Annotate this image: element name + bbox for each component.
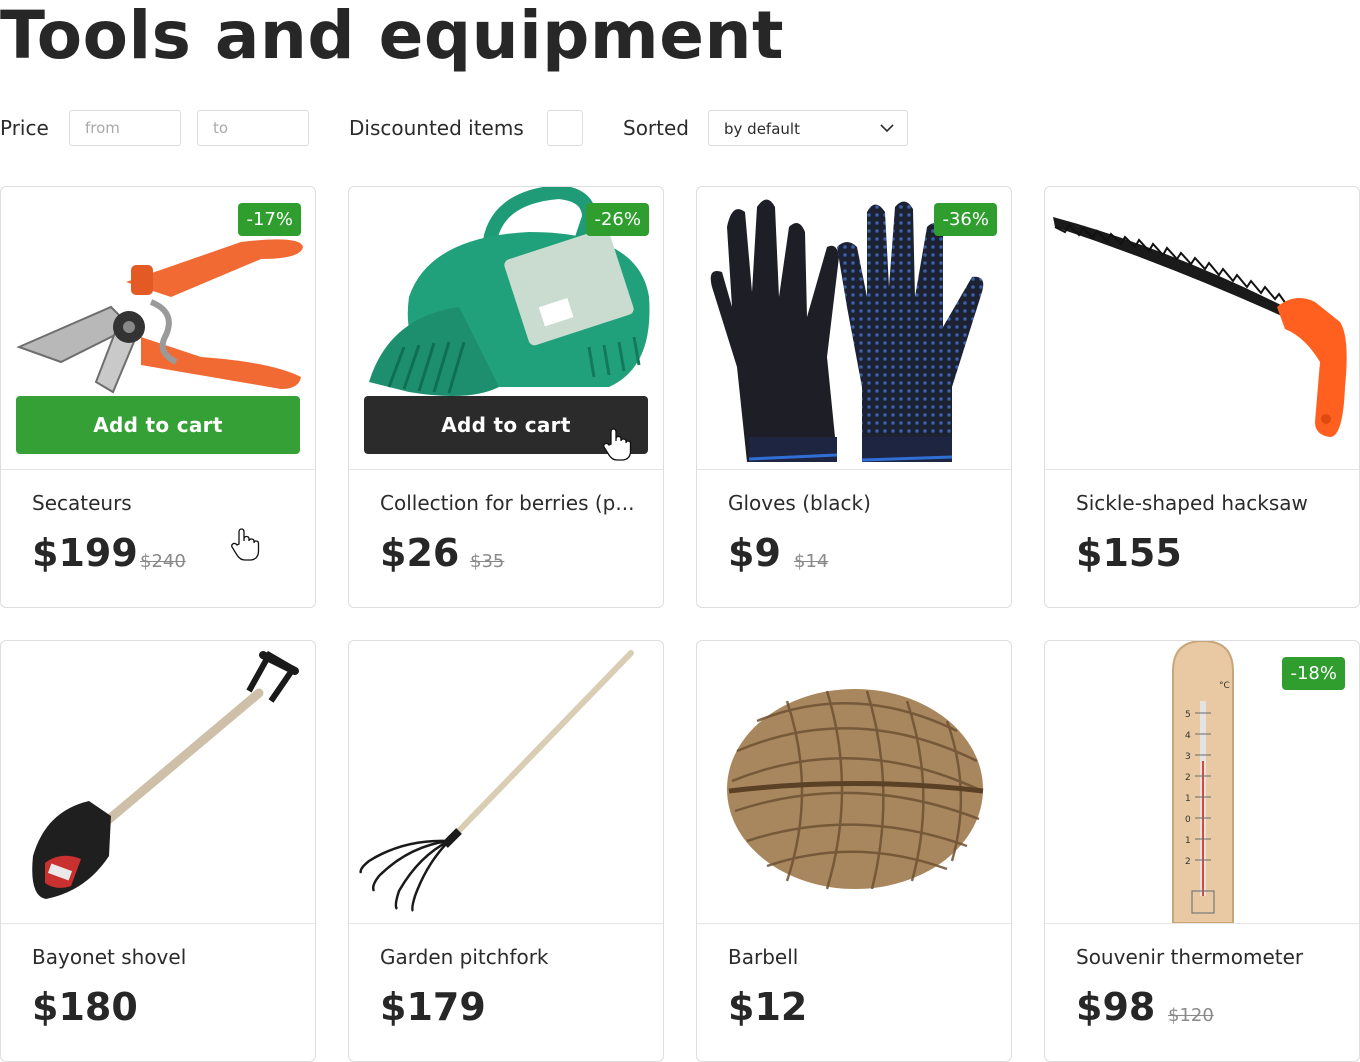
card-divider [1,923,315,924]
product-name[interactable]: Sickle-shaped hacksaw [1076,491,1336,515]
product-name[interactable]: Barbell [728,945,988,969]
thermometer-scale-label: 5 [1185,710,1191,720]
product-old-price: $14 [794,551,829,572]
sort-label: Sorted [623,116,689,140]
hacksaw-image [1045,187,1359,469]
card-divider [697,923,1011,924]
product-price: $180 [32,985,138,1029]
discount-badge: -18% [1282,657,1345,690]
product-price: $199 [32,531,138,575]
product-card-barbell[interactable]: Barbell $12 [696,640,1012,1062]
product-card-shovel[interactable]: Bayonet shovel $180 [0,640,316,1062]
product-name[interactable]: Secateurs [32,491,292,515]
discount-badge: -36% [934,203,997,236]
thermometer-scale-label: 4 [1185,731,1191,741]
pitchfork-image [349,641,663,923]
product-name[interactable]: Bayonet shovel [32,945,292,969]
product-card-gloves[interactable]: -36% Gloves (black) $9 $14 [696,186,1012,608]
product-name[interactable]: Souvenir thermometer [1076,945,1336,969]
product-name[interactable]: Gloves (black) [728,491,988,515]
discounted-items-checkbox[interactable] [547,110,583,146]
hand-cursor-icon [603,428,632,461]
discount-badge: -26% [586,203,649,236]
thermometer-scale-label: 1 [1185,794,1191,804]
product-old-price: $120 [1168,1005,1214,1026]
card-divider [697,469,1011,470]
filter-bar: Price Discounted items Sorted by default [0,110,1360,146]
product-card-hacksaw[interactable]: Sickle-shaped hacksaw $155 [1044,186,1360,608]
product-price: $9 [728,531,781,575]
card-divider [1045,923,1359,924]
berry-picker-image: -26% Add to cart [349,187,663,469]
product-name[interactable]: Garden pitchfork [380,945,640,969]
discount-badge: -17% [238,203,301,236]
product-price: $155 [1076,531,1182,575]
product-card-pitchfork[interactable]: Garden pitchfork $179 [348,640,664,1062]
secateurs-image: -17% Add to cart [1,187,315,469]
thermometer-unit: °C [1219,681,1230,691]
gloves-image: -36% [697,187,1011,469]
sort-select[interactable]: by default [708,110,908,146]
discounted-items-label: Discounted items [349,116,524,140]
thermometer-scale-label: 3 [1185,752,1191,762]
card-divider [1,469,315,470]
card-divider [349,469,663,470]
product-price: $26 [380,531,460,575]
product-old-price: $35 [470,551,505,572]
thermometer-image: °C 5 4 3 2 1 0 1 2 -18% [1045,641,1359,923]
thermometer-scale-label: 2 [1185,773,1191,783]
product-price: $98 [1076,985,1156,1029]
product-card-secateurs[interactable]: -17% Add to cart Secateurs $199 $240 [0,186,316,608]
product-price: $179 [380,985,486,1029]
price-filter-label: Price [0,116,49,140]
product-card-berry-collector[interactable]: -26% Add to cart Collection for berries … [348,186,664,608]
add-to-cart-button[interactable]: Add to cart [16,396,300,454]
price-from-input[interactable] [69,110,181,146]
shovel-image [1,641,315,923]
product-old-price: $240 [140,551,186,572]
hand-cursor-icon [231,528,260,561]
price-to-input[interactable] [197,110,309,146]
product-name[interactable]: Collection for berries (p... [380,491,640,515]
thermometer-scale-label: 2 [1185,857,1191,867]
chevron-down-icon [880,124,894,133]
thermometer-scale-label: 1 [1185,836,1191,846]
product-card-thermometer[interactable]: °C 5 4 3 2 1 0 1 2 -18% Souvenir thermom… [1044,640,1360,1062]
thermometer-scale-label: 0 [1185,815,1191,825]
card-divider [1045,469,1359,470]
card-divider [349,923,663,924]
page-title: Tools and equipment [0,0,785,74]
sort-select-value: by default [724,120,800,138]
product-price: $12 [728,985,808,1029]
twine-ball-image [697,641,1011,923]
